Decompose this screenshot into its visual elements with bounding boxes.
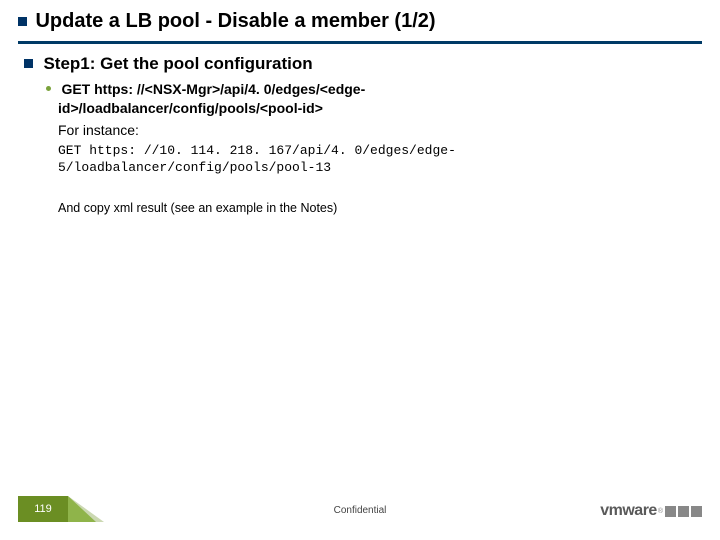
step1-sub: GET https: //<NSX-Mgr>/api/4. 0/edges/<e… (46, 80, 690, 215)
step1-heading: Step1: Get the pool configuration (43, 54, 312, 73)
api-line1: GET https: //<NSX-Mgr>/api/4. 0/edges/<e… (61, 81, 365, 97)
copy-xml-note: And copy xml result (see an example in t… (58, 201, 690, 215)
slide: Update a LB pool - Disable a member (1/2… (0, 0, 720, 540)
logo-registered-icon: ® (658, 508, 663, 515)
logo-text: vmware (600, 502, 657, 520)
api-row: GET https: //<NSX-Mgr>/api/4. 0/edges/<e… (46, 80, 690, 118)
step-bullet-icon (24, 59, 33, 68)
content-area: Step1: Get the pool configuration GET ht… (0, 44, 720, 215)
footer: 119 Confidential vmware ® (18, 496, 702, 522)
slide-title: Update a LB pool - Disable a member (1/2… (35, 10, 435, 32)
title-row: Update a LB pool - Disable a member (1/2… (0, 0, 720, 39)
title-bullet-icon (18, 17, 27, 26)
api-line2: id>/loadbalancer/config/pools/<pool-id> (58, 99, 690, 118)
for-instance-label: For instance: (58, 122, 690, 138)
logo-boxes-icon (665, 506, 702, 517)
code-example: GET https: //10. 114. 218. 167/api/4. 0/… (58, 142, 690, 177)
vmware-logo: vmware ® (600, 502, 702, 520)
step1-row: Step1: Get the pool configuration (24, 54, 690, 74)
sub-bullet-icon (46, 86, 51, 91)
